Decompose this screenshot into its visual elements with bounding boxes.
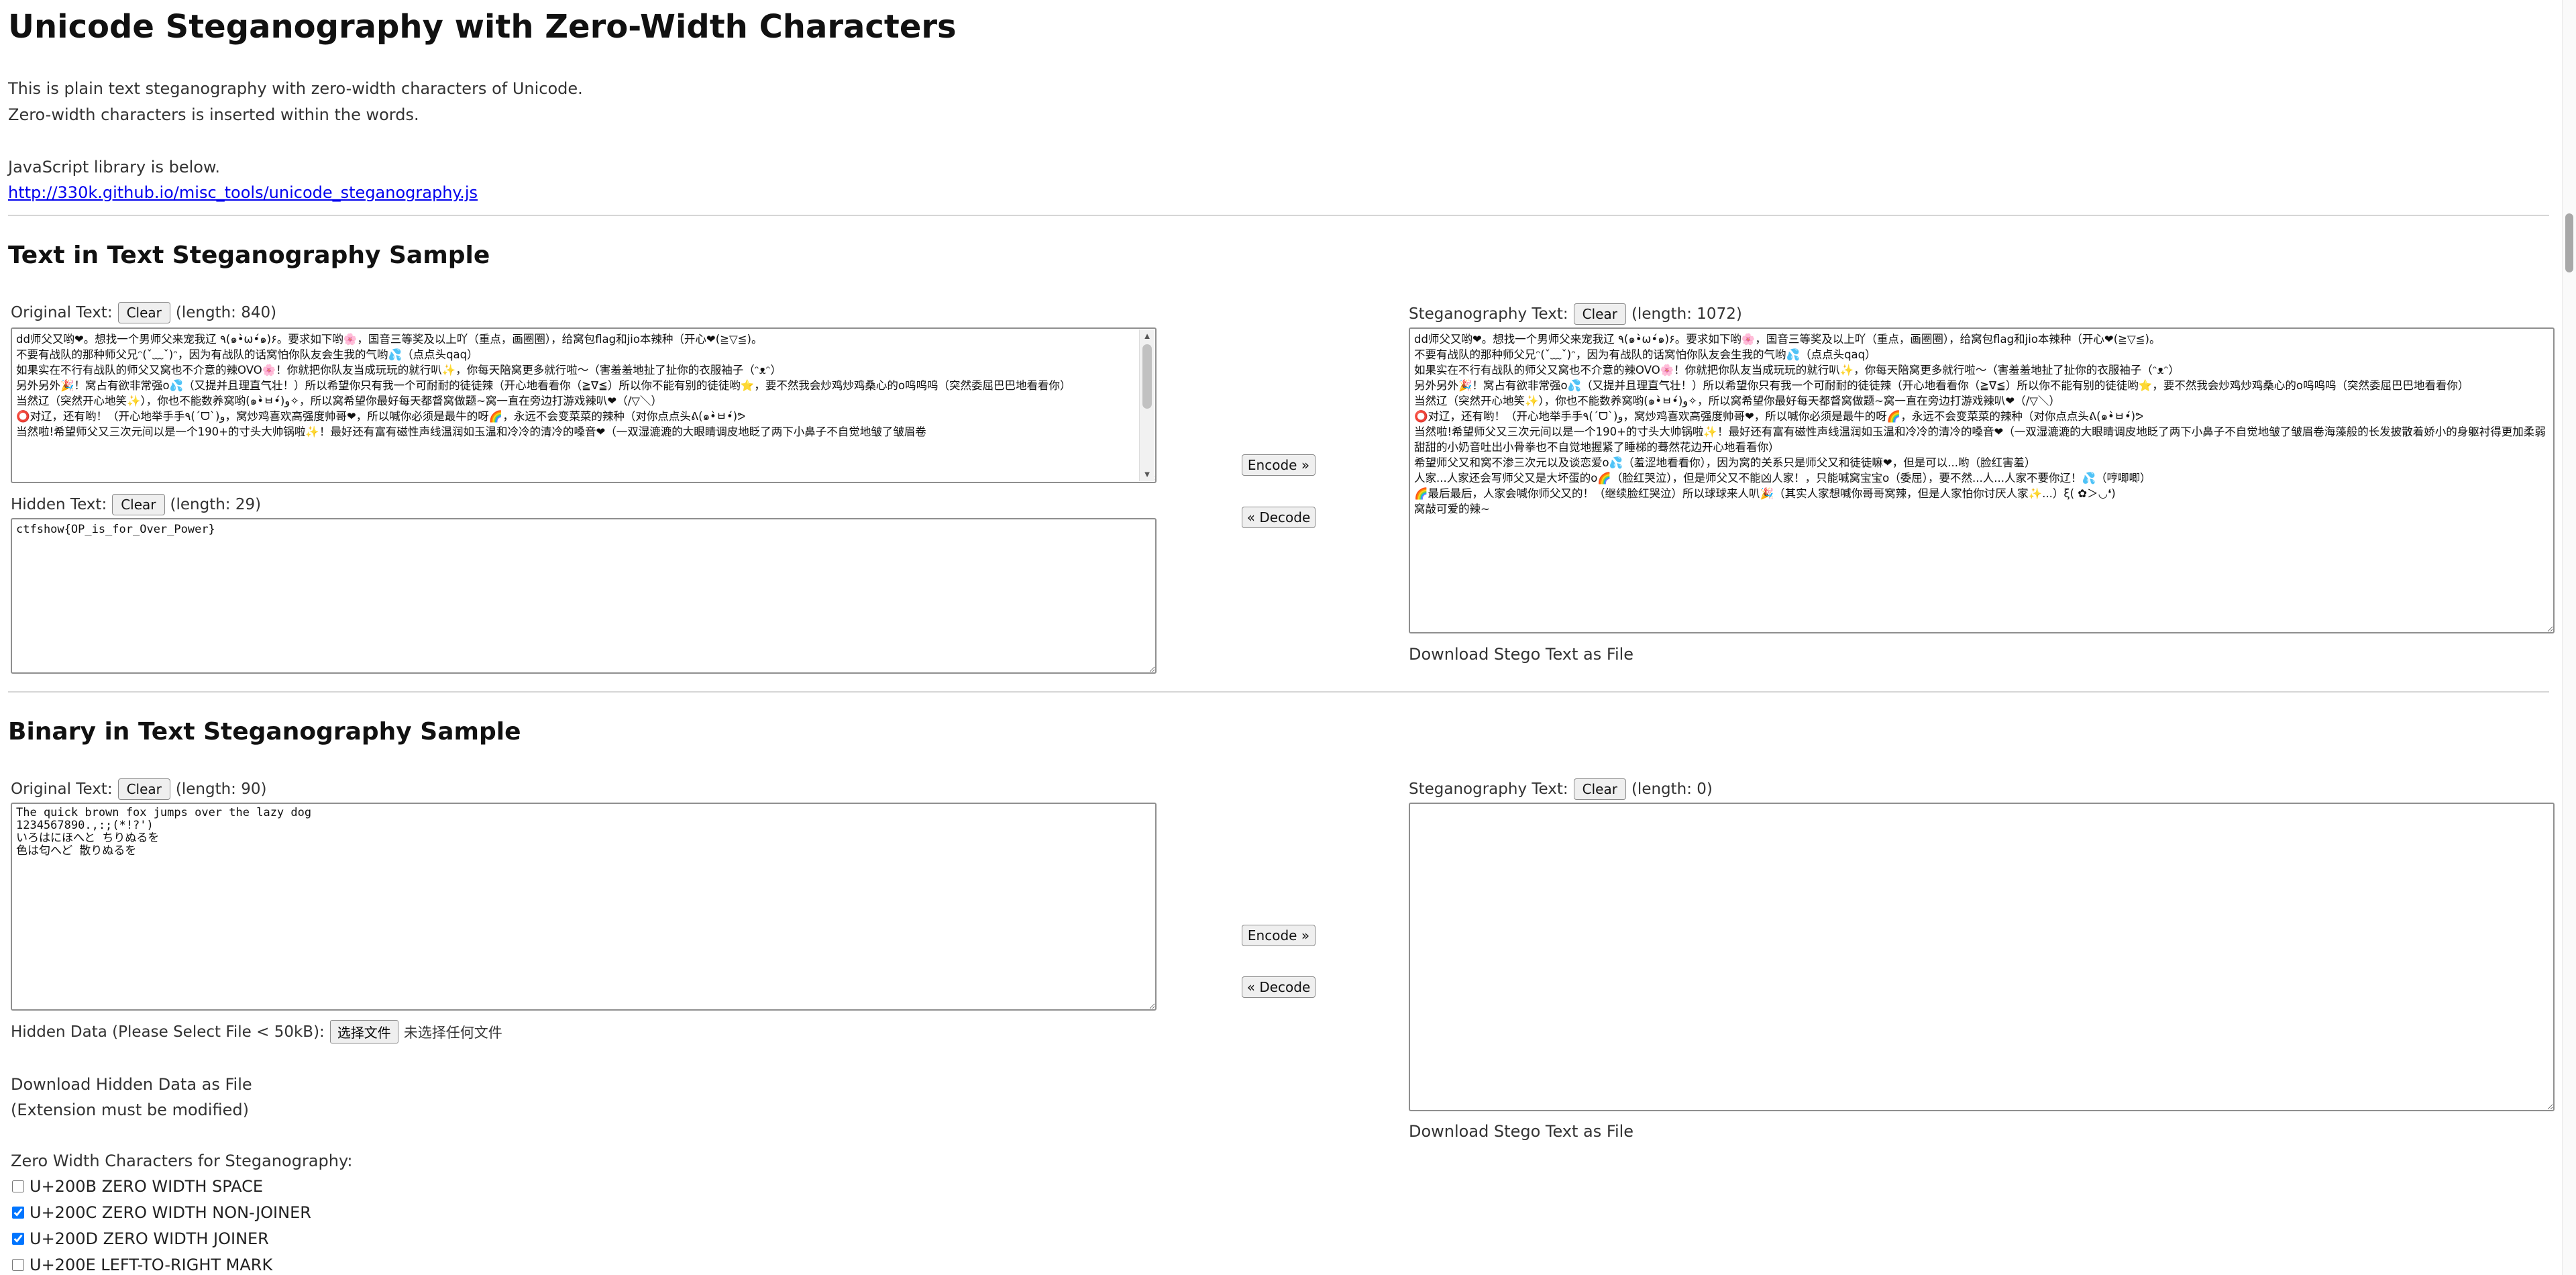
download-hidden-data-link[interactable]: Download Hidden Data as File — [11, 1075, 252, 1094]
page-scrollbar[interactable] — [2562, 0, 2576, 1275]
binary-encode-button[interactable]: Encode » — [1242, 925, 1316, 946]
binary-original-label: Original Text: — [11, 780, 113, 798]
binary-stego-label-row: Steganography Text: Clear (length: 0) — [1409, 778, 1713, 800]
zero-width-option-label: U+200D ZERO WIDTH JOINER — [30, 1229, 269, 1248]
text-stego-label: Steganography Text: — [1409, 305, 1568, 323]
text-original-clear-button[interactable]: Clear — [117, 302, 170, 323]
library-link[interactable]: http://330k.github.io/misc_tools/unicode… — [8, 183, 478, 202]
text-stego-label-row: Steganography Text: Clear (length: 1072) — [1409, 303, 1742, 325]
text-original-length: (length: 840) — [175, 304, 277, 321]
text-original-scrollbar[interactable]: ▲ ▼ — [1139, 329, 1155, 481]
text-original-label: Original Text: — [11, 304, 113, 321]
zero-width-option-label: U+200C ZERO WIDTH NON-JOINER — [30, 1203, 311, 1222]
binary-original-length: (length: 90) — [175, 780, 267, 798]
zero-width-checkbox-200e[interactable] — [12, 1259, 24, 1271]
intro-line-2: Zero-width characters is inserted within… — [8, 105, 419, 124]
binary-hidden-label: Hidden Data (Please Select File < 50kB): — [11, 1023, 325, 1041]
binary-stego-length: (length: 0) — [1631, 780, 1713, 798]
file-status-text: 未选择任何文件 — [403, 1024, 502, 1041]
extension-note: (Extension must be modified) — [11, 1101, 250, 1119]
zero-width-checkbox-200c[interactable] — [12, 1207, 24, 1219]
text-hidden-label-row: Hidden Text: Clear (length: 29) — [11, 494, 261, 515]
divider — [8, 215, 2549, 216]
divider — [8, 691, 2549, 693]
zero-width-heading: Zero Width Characters for Steganography: — [11, 1152, 353, 1170]
zero-width-option-label: U+200E LEFT-TO-RIGHT MARK — [30, 1256, 273, 1274]
choose-file-button[interactable]: 选择文件 — [329, 1020, 398, 1043]
text-download-stego-link[interactable]: Download Stego Text as File — [1409, 645, 1633, 664]
text-hidden-label: Hidden Text: — [11, 496, 107, 513]
zero-width-checkbox-200b[interactable] — [12, 1180, 24, 1192]
intro-line-1: This is plain text steganography with ze… — [8, 79, 583, 98]
zero-width-option[interactable]: U+200D ZERO WIDTH JOINER — [12, 1229, 269, 1248]
text-hidden-textarea[interactable]: ctfshow{OP_is_for_Over_Power} — [11, 518, 1157, 674]
scroll-up-arrow-icon[interactable]: ▲ — [1140, 329, 1155, 343]
zero-width-option[interactable]: U+200C ZERO WIDTH NON-JOINER — [12, 1203, 311, 1222]
text-decode-button[interactable]: « Decode — [1242, 507, 1316, 528]
binary-original-label-row: Original Text: Clear (length: 90) — [11, 778, 266, 800]
zero-width-option[interactable]: U+200B ZERO WIDTH SPACE — [12, 1177, 263, 1196]
text-stego-length: (length: 1072) — [1631, 305, 1742, 323]
text-encode-button[interactable]: Encode » — [1242, 454, 1316, 476]
intro-line-3: JavaScript library is below. — [8, 158, 220, 176]
binary-original-clear-button[interactable]: Clear — [117, 778, 170, 800]
zero-width-option[interactable]: U+200E LEFT-TO-RIGHT MARK — [12, 1256, 272, 1274]
binary-download-stego-link[interactable]: Download Stego Text as File — [1409, 1122, 1633, 1141]
text-stego-textarea[interactable]: dd师父又哟❤。想找一个男师父来宠我辽 ٩(๑•̀ω•́๑)۶。要求如下哟🌸，国… — [1409, 327, 2555, 633]
page-title: Unicode Steganography with Zero-Width Ch… — [8, 8, 957, 46]
binary-stego-clear-button[interactable]: Clear — [1573, 778, 1626, 800]
page-scrollbar-thumb[interactable] — [2565, 213, 2573, 272]
zero-width-checkbox-200d[interactable] — [12, 1233, 24, 1245]
zero-width-option-label: U+200B ZERO WIDTH SPACE — [30, 1177, 264, 1196]
binary-stego-label: Steganography Text: — [1409, 780, 1568, 798]
scroll-down-arrow-icon[interactable]: ▼ — [1140, 468, 1155, 481]
text-section-heading: Text in Text Steganography Sample — [8, 242, 490, 269]
binary-stego-textarea[interactable] — [1409, 803, 2555, 1111]
text-hidden-clear-button[interactable]: Clear — [112, 494, 165, 515]
binary-section-heading: Binary in Text Steganography Sample — [8, 718, 521, 746]
text-original-label-row: Original Text: Clear (length: 840) — [11, 302, 276, 323]
text-original-textarea[interactable]: dd师父又哟❤。想找一个男师父来宠我辽 ٩(๑•̀ω•́๑)۶。要求如下哟🌸，国… — [11, 327, 1157, 483]
text-stego-clear-button[interactable]: Clear — [1573, 303, 1626, 325]
binary-hidden-file-row: Hidden Data (Please Select File < 50kB):… — [11, 1020, 502, 1043]
binary-original-textarea[interactable]: The quick brown fox jumps over the lazy … — [11, 803, 1157, 1011]
scrollbar-thumb[interactable] — [1142, 344, 1152, 409]
binary-decode-button[interactable]: « Decode — [1242, 976, 1316, 998]
text-hidden-length: (length: 29) — [170, 496, 262, 513]
text-original-textarea-wrap: dd师父又哟❤。想找一个男师父来宠我辽 ٩(๑•̀ω•́๑)۶。要求如下哟🌸，国… — [11, 327, 1157, 483]
